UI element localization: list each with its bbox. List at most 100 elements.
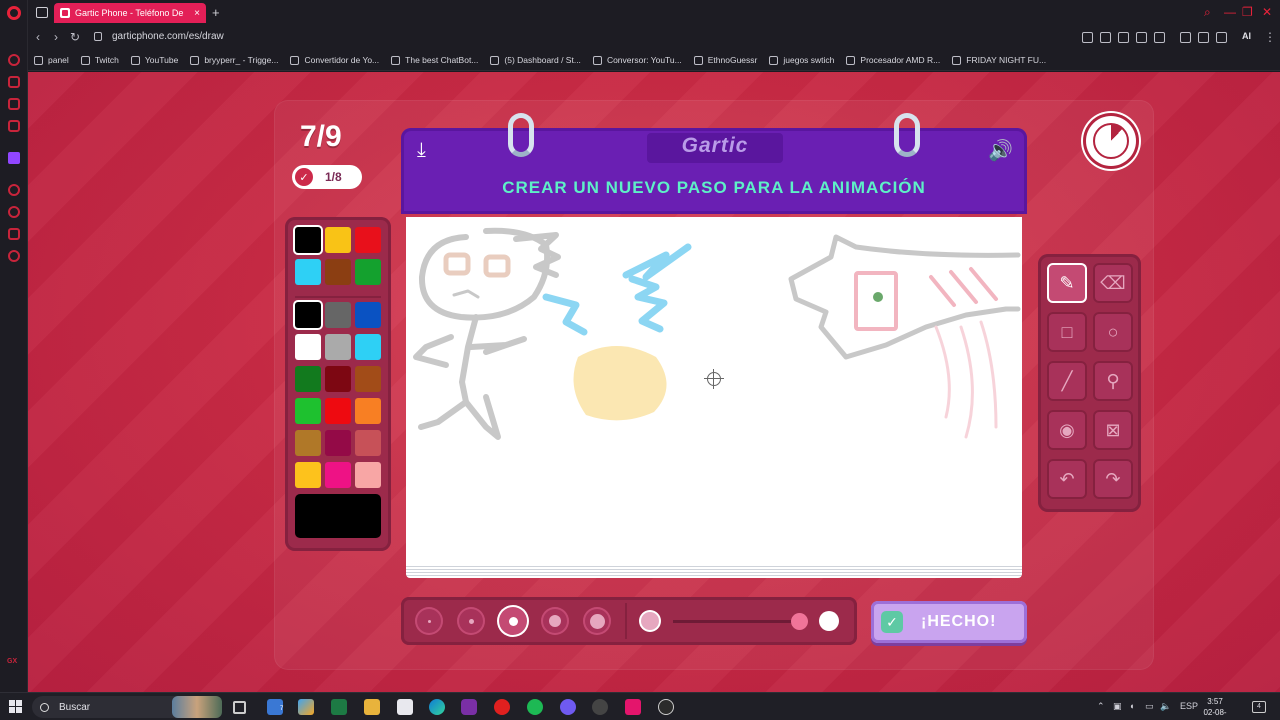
volume-icon[interactable]: 🔈: [1160, 701, 1171, 712]
rectangle-icon[interactable]: □: [1047, 312, 1087, 352]
back-icon[interactable]: ‹: [36, 30, 40, 44]
tray-chevron-icon[interactable]: ⌃: [1097, 701, 1105, 712]
color-swatch[interactable]: [295, 259, 321, 285]
reload-icon[interactable]: ↻: [70, 30, 80, 44]
clear-layer-icon[interactable]: ⊠: [1093, 410, 1133, 450]
excel-icon[interactable]: [331, 699, 347, 715]
bookmark-item[interactable]: EthnoGuessr: [693, 55, 757, 65]
color-swatch[interactable]: [355, 259, 381, 285]
color-swatch[interactable]: [355, 462, 381, 488]
line-icon[interactable]: ╱: [1047, 361, 1087, 401]
tray-app-icon[interactable]: ▣: [1113, 701, 1122, 712]
color-swatch[interactable]: [325, 259, 351, 285]
color-swatch[interactable]: [325, 398, 351, 424]
copilot-icon[interactable]: [298, 699, 314, 715]
twitch-icon[interactable]: [8, 152, 20, 164]
share-icon[interactable]: [1198, 32, 1209, 43]
search-tabs-icon[interactable]: ⌕: [1204, 5, 1211, 20]
color-swatch[interactable]: [325, 334, 351, 360]
color-swatch[interactable]: [355, 227, 381, 253]
opera-gx-taskbar-icon[interactable]: [461, 699, 477, 715]
bookmark-item[interactable]: juegos swtich: [769, 55, 834, 65]
tiktok-icon[interactable]: [625, 699, 641, 715]
github-icon[interactable]: [592, 699, 608, 715]
extensions-puzzle-icon[interactable]: [1180, 32, 1191, 43]
instagram-icon[interactable]: [8, 120, 20, 132]
opacity-slider[interactable]: [673, 613, 808, 630]
color-swatch[interactable]: [295, 227, 321, 253]
vpn-icon[interactable]: [1118, 32, 1129, 43]
network-icon[interactable]: ▭: [1145, 701, 1154, 712]
undo-icon[interactable]: ↶: [1047, 459, 1087, 499]
color-swatch[interactable]: [295, 462, 321, 488]
history-icon[interactable]: [8, 206, 20, 218]
extensions-icon[interactable]: [8, 228, 20, 240]
color-swatch[interactable]: [355, 430, 381, 456]
brush-size-3[interactable]: [499, 607, 527, 635]
close-tab-icon[interactable]: ×: [194, 8, 200, 19]
download-drawing-icon[interactable]: ⤓: [417, 139, 426, 162]
color-swatch[interactable]: [355, 366, 381, 392]
color-swatch[interactable]: [295, 302, 321, 328]
settings-icon[interactable]: [8, 250, 20, 262]
snapshot-icon[interactable]: [1100, 32, 1111, 43]
color-swatch[interactable]: [295, 430, 321, 456]
spotify-icon[interactable]: [527, 699, 543, 715]
redo-icon[interactable]: ↷: [1093, 459, 1133, 499]
player-icon[interactable]: [8, 184, 20, 196]
browser-logo-icon[interactable]: [7, 6, 21, 20]
ai-button[interactable]: AI: [1242, 31, 1251, 41]
taskbar-clock[interactable]: 3:57 02-08-2026: [1198, 696, 1232, 720]
bookmark-page-icon[interactable]: [1082, 32, 1093, 43]
opera-icon[interactable]: [494, 699, 510, 715]
drawing-canvas[interactable]: [406, 217, 1022, 564]
microphone-icon[interactable]: ◖: [1129, 701, 1134, 711]
color-swatch[interactable]: [355, 302, 381, 328]
color-swatch[interactable]: [325, 366, 351, 392]
store-icon[interactable]: [397, 699, 413, 715]
tab-gartic[interactable]: Gartic Phone - Teléfono De ×: [54, 3, 206, 23]
brush-size-5[interactable]: [583, 607, 611, 635]
color-swatch[interactable]: [355, 334, 381, 360]
notifications-icon[interactable]: 4: [1252, 701, 1266, 713]
minimize-icon[interactable]: —: [1224, 5, 1236, 19]
menu-icon[interactable]: ⋮: [1264, 30, 1276, 44]
pencil-icon[interactable]: ✎: [1047, 263, 1087, 303]
color-swatch[interactable]: [325, 227, 351, 253]
new-tab-icon[interactable]: +: [212, 5, 220, 20]
bookmark-item[interactable]: Convertidor de Yo...: [290, 55, 379, 65]
fill-bucket-icon[interactable]: ◉: [1047, 410, 1087, 450]
color-swatch[interactable]: [325, 430, 351, 456]
media-player-icon[interactable]: [658, 699, 674, 715]
taskbar-search[interactable]: Buscar: [32, 696, 222, 718]
download-icon[interactable]: [1216, 32, 1227, 43]
color-swatch[interactable]: [295, 366, 321, 392]
brush-size-4[interactable]: [541, 607, 569, 635]
color-swatch[interactable]: [355, 398, 381, 424]
windows-start-icon[interactable]: [9, 700, 22, 713]
ellipse-icon[interactable]: ○: [1093, 312, 1133, 352]
gx-control-icon[interactable]: [8, 54, 20, 66]
close-window-icon[interactable]: ✕: [1262, 5, 1272, 19]
color-swatch[interactable]: [295, 334, 321, 360]
done-button[interactable]: ✓ ¡HECHO!: [871, 601, 1027, 643]
workspaces-icon[interactable]: [36, 7, 48, 18]
player-play-icon[interactable]: [1136, 32, 1147, 43]
eraser-icon[interactable]: ⌫: [1093, 263, 1133, 303]
bookmark-item[interactable]: YouTube: [130, 55, 178, 65]
edge-icon[interactable]: [429, 699, 445, 715]
forward-icon[interactable]: ›: [54, 30, 58, 44]
heart-icon[interactable]: [1154, 32, 1165, 43]
gx-corner-icon[interactable]: [8, 76, 20, 88]
sound-icon[interactable]: 🔊: [988, 138, 1013, 163]
color-swatch[interactable]: [325, 302, 351, 328]
eyedropper-icon[interactable]: ⚲: [1093, 361, 1133, 401]
restore-icon[interactable]: ❐: [1242, 5, 1253, 19]
bookmark-item[interactable]: bryyperr_ - Trigge...: [190, 55, 278, 65]
bookmark-item[interactable]: Conversor: YouTu...: [592, 55, 682, 65]
color-swatch[interactable]: [295, 398, 321, 424]
color-swatch[interactable]: [325, 462, 351, 488]
language-indicator[interactable]: ESP: [1180, 701, 1198, 711]
brush-size-2[interactable]: [457, 607, 485, 635]
messenger-icon[interactable]: [8, 98, 20, 110]
